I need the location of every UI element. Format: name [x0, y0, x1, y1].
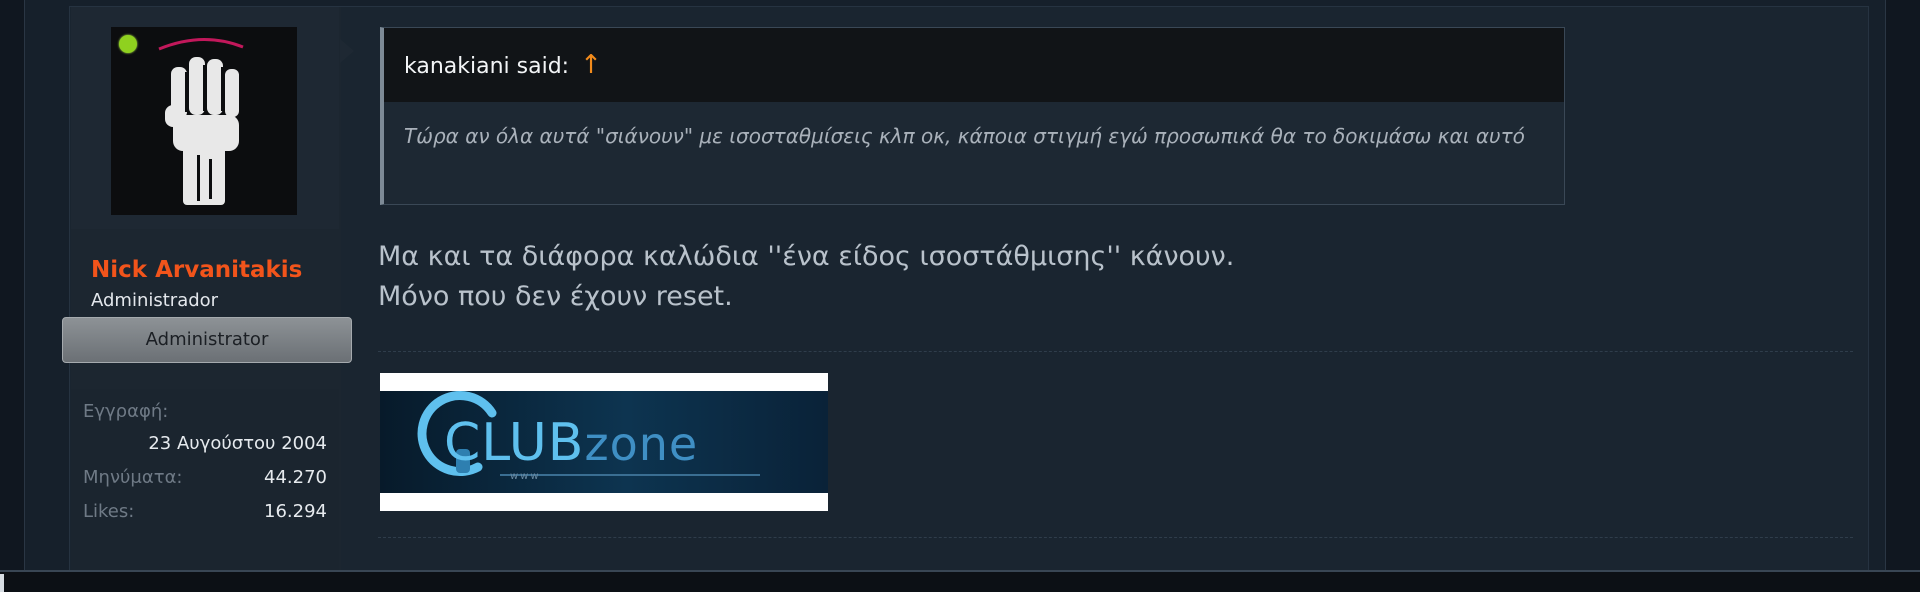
- user-role-banner: Administrator: [62, 317, 352, 363]
- stat-value-messages[interactable]: 44.270: [264, 467, 327, 488]
- fist-avatar-icon: [111, 27, 297, 215]
- stat-value-joined: 23 Αυγούστου 2004: [148, 433, 327, 454]
- post-message: Μα και τα διάφορα καλώδια ''ένα είδος ισ…: [378, 237, 1234, 317]
- banner-brand: CLUB: [444, 413, 585, 473]
- username-link[interactable]: Nick Arvanitakis: [91, 257, 302, 283]
- signature-divider: [378, 351, 1853, 352]
- next-post-edge: [0, 570, 1920, 592]
- quote-header: kanakiani said: ↑: [384, 28, 1564, 102]
- avatar[interactable]: [111, 27, 297, 215]
- scroll-handle[interactable]: [0, 574, 4, 592]
- quote-jump-arrow-icon[interactable]: ↑: [580, 50, 602, 80]
- post-user-sidebar: Nick Arvanitakis Administrador Administr…: [62, 7, 352, 571]
- forum-post: Nick Arvanitakis Administrador Administr…: [62, 6, 1869, 572]
- avatar-container: [71, 7, 339, 229]
- post-footer-divider: [378, 537, 1853, 538]
- forum-frame: Nick Arvanitakis Administrador Administr…: [24, 0, 1886, 572]
- quote-author-label: kanakiani said:: [404, 54, 570, 79]
- page: Nick Arvanitakis Administrador Administr…: [0, 0, 1920, 592]
- quote-text: Τώρα αν όλα αυτά "σιάνουν" με ισοσταθμίσ…: [404, 124, 1525, 148]
- message-line: Μα και τα διάφορα καλώδια ''ένα είδος ισ…: [378, 241, 1235, 272]
- quote-author: kanakiani said: ↑: [404, 50, 602, 80]
- stat-label-joined: Εγγραφή:: [83, 401, 169, 422]
- user-title: Administrador: [91, 290, 219, 311]
- banner-brand-text: CLUBzone: [444, 413, 698, 473]
- online-status-icon: [119, 35, 137, 53]
- stat-value-likes: 16.294: [264, 501, 327, 522]
- stat-label-likes: Likes:: [83, 501, 135, 522]
- user-stats: Εγγραφή: 23 Αυγούστου 2004 Μηνύματα: 44.…: [71, 389, 339, 571]
- sidebar-pointer: [340, 39, 354, 63]
- signature-banner[interactable]: CLUBzone www: [380, 373, 828, 511]
- clubzone-logo: CLUBzone www: [380, 391, 828, 493]
- banner-www: www: [510, 471, 541, 482]
- banner-suffix: zone: [584, 417, 699, 471]
- stat-label-messages: Μηνύματα:: [83, 467, 183, 488]
- message-line: Μόνο που δεν έχουν reset.: [378, 281, 733, 312]
- quote-block: kanakiani said: ↑ Τώρα αν όλα αυτά "σιάν…: [380, 27, 1565, 205]
